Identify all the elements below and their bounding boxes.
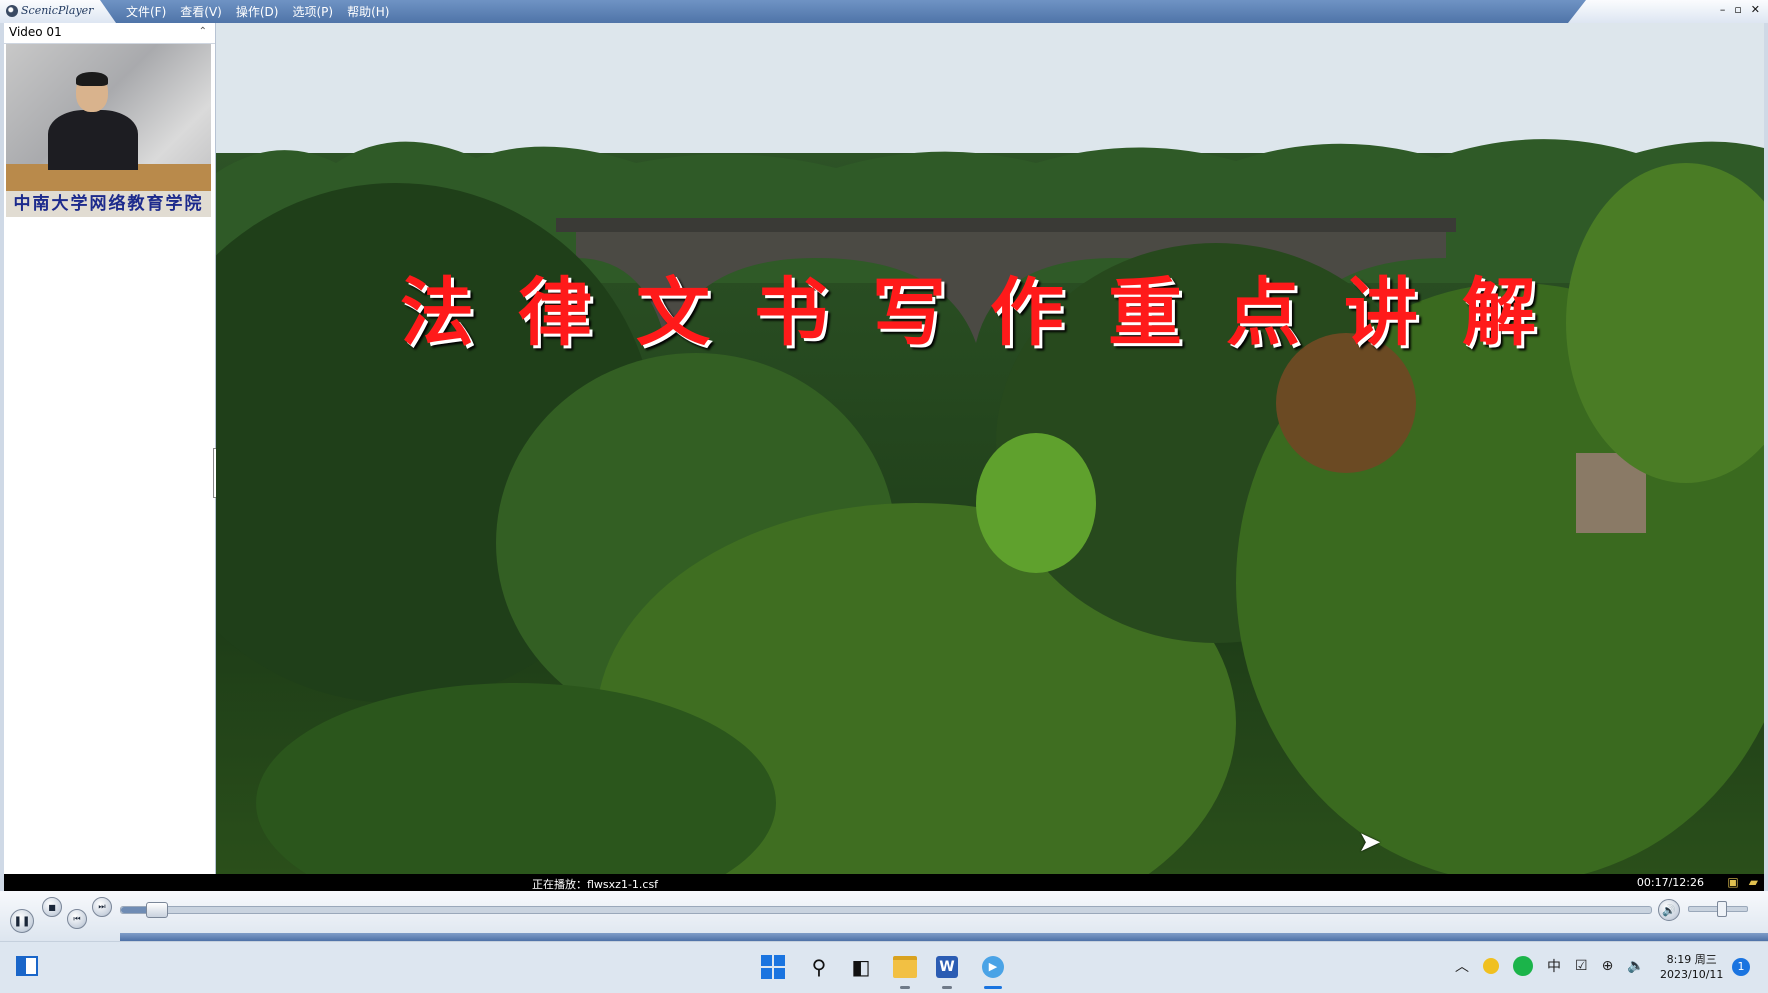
file-explorer-icon[interactable] xyxy=(890,952,920,982)
volume-icon[interactable]: 🔊 xyxy=(1658,899,1680,921)
collapse-icon[interactable]: ⌃ xyxy=(199,26,207,37)
clock-date: 2023/10/11 xyxy=(1660,968,1724,981)
volume-handle[interactable] xyxy=(1716,901,1727,917)
restore-icon[interactable]: ▫ xyxy=(1734,3,1741,16)
task-view-icon[interactable]: ◧ xyxy=(846,952,876,982)
scenicplayer-taskbar-icon[interactable]: ▶ xyxy=(978,952,1008,982)
lecturer-figure xyxy=(48,72,138,170)
tray-check-icon[interactable]: ☑ xyxy=(1575,958,1588,974)
tray-wechat-icon[interactable] xyxy=(1513,956,1533,976)
speaker-icon[interactable]: 🔈 xyxy=(1627,958,1644,974)
open-folder-icon[interactable]: ▰ xyxy=(1749,875,1758,889)
notification-badge[interactable]: 1 xyxy=(1732,958,1750,976)
previous-button[interactable]: ⏮ xyxy=(67,909,87,929)
ime-indicator[interactable]: 中 xyxy=(1547,956,1561,976)
video-panel-title: Video 01 xyxy=(9,25,62,39)
next-button[interactable]: ⏭ xyxy=(92,897,112,917)
window-controls-area: – ▫ ✕ xyxy=(1568,0,1768,23)
menu-bar: 文件(F) 查看(V) 操作(D) 选项(P) 帮助(H) xyxy=(126,3,389,20)
seek-bar[interactable] xyxy=(120,902,1652,918)
word-icon[interactable]: W xyxy=(932,952,962,982)
show-hidden-icons-chevron[interactable]: ︿ xyxy=(1455,956,1469,976)
app-logo: ScenicPlayer xyxy=(0,0,116,23)
control-bar-accent xyxy=(120,933,1768,941)
app-logo-icon xyxy=(6,5,18,17)
minimize-icon[interactable]: – xyxy=(1720,3,1726,16)
app-name: ScenicPlayer xyxy=(21,4,94,17)
video-display[interactable]: 法律文书写作重点讲解 ➤ xyxy=(216,23,1764,874)
pause-button[interactable]: ❚❚ xyxy=(10,909,34,933)
lecturer-video-thumbnail[interactable]: 中南大学网络教育学院 xyxy=(6,44,211,217)
stop-button[interactable]: ■ xyxy=(42,897,62,917)
player-active-indicator xyxy=(984,986,1002,989)
thumbnail-banner: 中南大学网络教育学院 xyxy=(6,191,211,217)
video-list-panel: Video 01 ⌃ 中南大学网络教育学院 xyxy=(4,23,221,874)
taskbar: ⚲ ◧ W ▶ ︿ 中 ☑ ⊕ 🔈 8:19 周三 2023/10/11 1 xyxy=(0,941,1768,993)
windows-logo-icon xyxy=(761,955,785,979)
system-tray: ︿ 中 ☑ ⊕ 🔈 xyxy=(1455,956,1645,976)
explorer-running-indicator xyxy=(900,986,910,989)
menu-view[interactable]: 查看(V) xyxy=(180,3,222,20)
network-icon[interactable]: ⊕ xyxy=(1602,958,1614,974)
playback-controls: ❚❚ ■ ⏮ ⏭ 🔊 xyxy=(0,891,1768,941)
start-button[interactable] xyxy=(758,952,788,982)
video-scene xyxy=(216,23,1764,874)
title-bar: ScenicPlayer 文件(F) 查看(V) 操作(D) 选项(P) 帮助(… xyxy=(0,0,1768,23)
video-settings-icon[interactable]: ▣ xyxy=(1727,875,1738,889)
close-icon[interactable]: ✕ xyxy=(1751,3,1760,16)
seek-handle[interactable] xyxy=(146,902,169,918)
menu-help[interactable]: 帮助(H) xyxy=(347,3,389,20)
video-panel-header[interactable]: Video 01 ⌃ xyxy=(4,23,215,44)
clock-time: 8:19 周三 xyxy=(1666,953,1717,966)
mouse-cursor-icon: ➤ xyxy=(1358,825,1382,858)
volume-slider[interactable] xyxy=(1688,901,1748,917)
clock[interactable]: 8:19 周三 2023/10/11 xyxy=(1660,952,1723,982)
search-icon[interactable]: ⚲ xyxy=(804,952,834,982)
status-bar: 正在播放：flwsxz1-1.csf 00:17/12:26 ▣ ▰ xyxy=(4,874,1764,891)
thumbnail-banner-text: 中南大学网络教育学院 xyxy=(13,194,204,214)
tray-app-icon[interactable] xyxy=(1483,958,1499,974)
snap-layout-icon[interactable] xyxy=(16,956,38,976)
menu-file[interactable]: 文件(F) xyxy=(126,3,166,20)
now-playing-text: 正在播放：flwsxz1-1.csf xyxy=(532,878,659,891)
video-title-overlay: 法律文书写作重点讲解 xyxy=(400,270,1580,356)
word-running-indicator xyxy=(942,986,952,989)
playback-time: 00:17/12:26 xyxy=(1636,876,1704,889)
menu-operation[interactable]: 操作(D) xyxy=(236,3,279,20)
menu-options[interactable]: 选项(P) xyxy=(292,3,333,20)
